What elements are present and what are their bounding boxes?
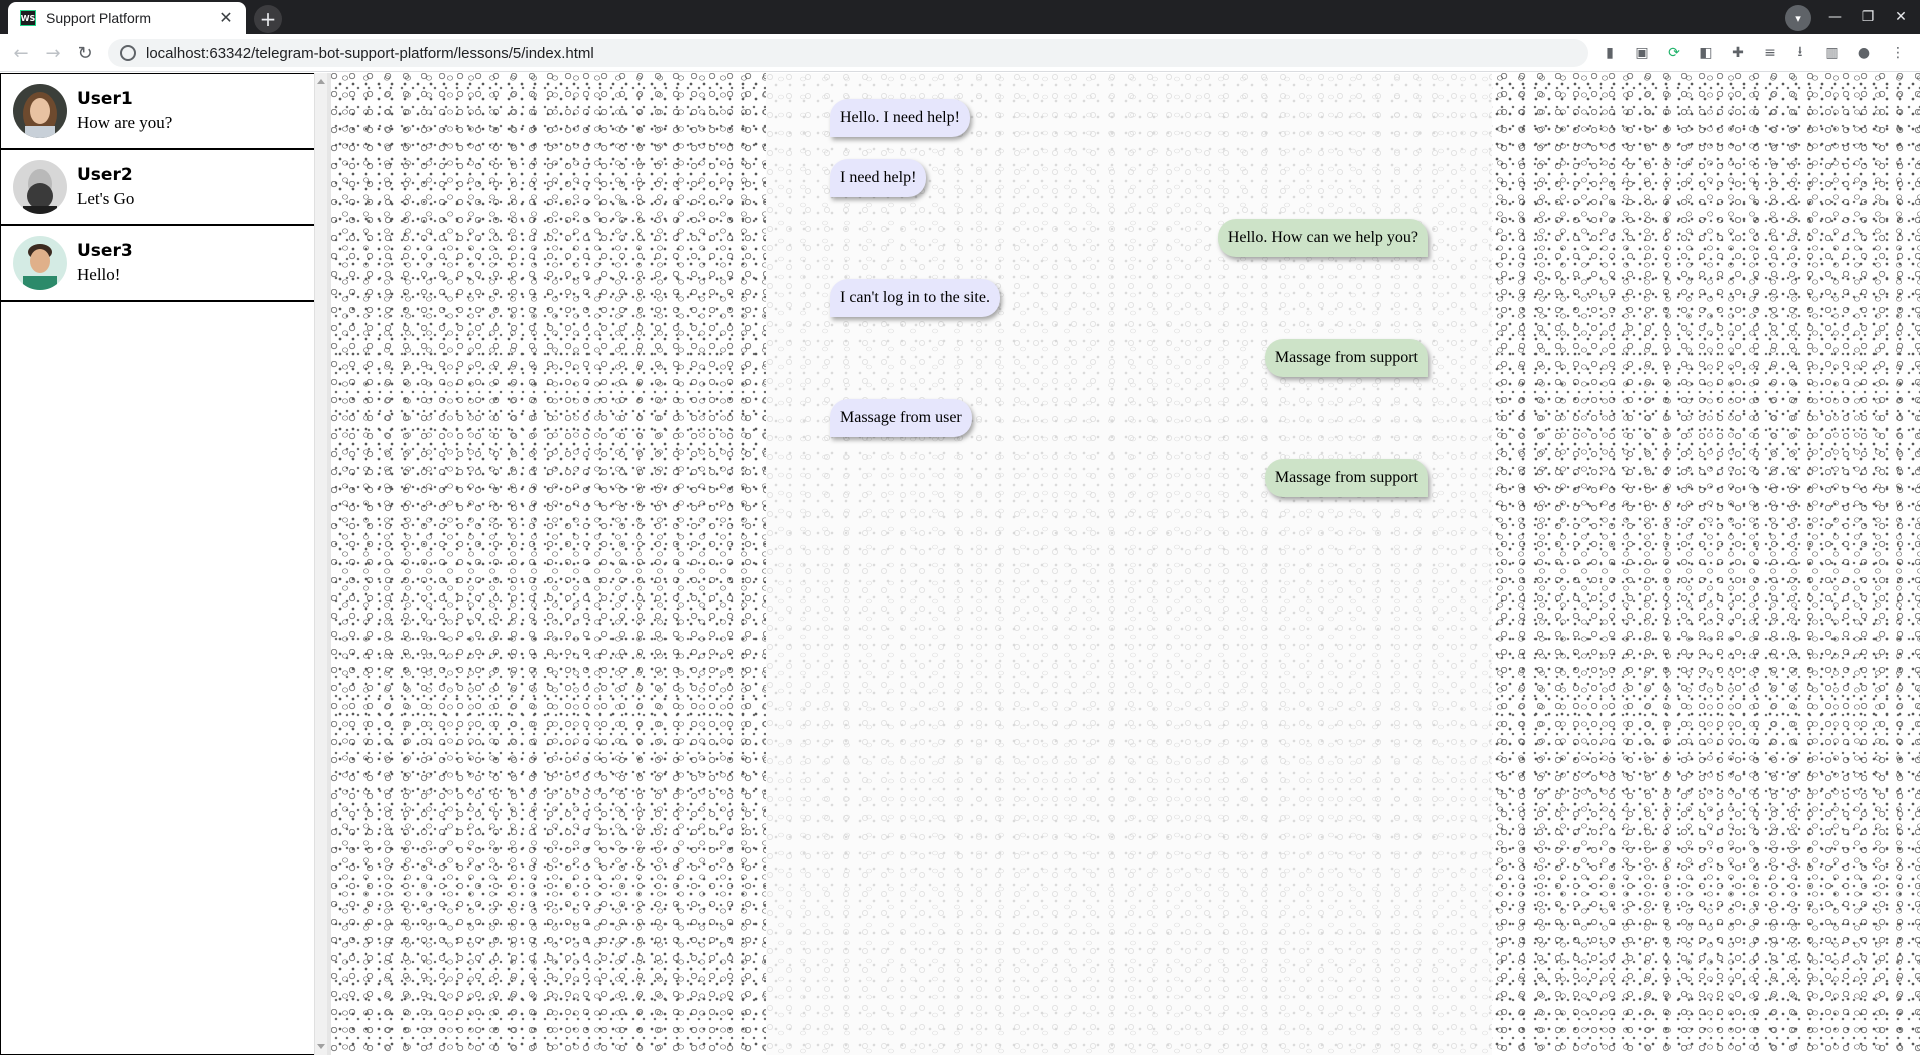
tab-close-icon[interactable]: ✕ [216, 8, 236, 28]
user-message-bubble: Massage from user [830, 399, 972, 437]
browser-titlebar: WS Support Platform ✕ + ▾ — ❐ ✕ [0, 0, 1920, 34]
chat-item-user3[interactable]: User3 Hello! [1, 226, 314, 302]
sidebar-scrollbar[interactable] [314, 73, 327, 1055]
extension-icon-1[interactable]: ▮ [1600, 43, 1620, 63]
last-message: Hello! [77, 265, 121, 284]
chat-window: Hello. I need help! I need help! Hello. … [766, 73, 1492, 1055]
avatar [13, 160, 67, 214]
reload-icon[interactable]: ↻ [73, 42, 97, 64]
extension-icon-2[interactable]: ▣ [1632, 43, 1652, 63]
download-icon[interactable]: ⭳ [1790, 43, 1810, 63]
extension-icon-4[interactable]: ◧ [1696, 43, 1716, 63]
user-message-bubble: I need help! [830, 159, 927, 197]
scroll-up-arrow-icon[interactable] [317, 79, 325, 84]
user-name: User1 [77, 89, 133, 109]
scroll-down-arrow-icon[interactable] [317, 1044, 325, 1049]
chat-list: User1 How are you? User2 Let's Go User3 … [0, 73, 314, 1055]
user-message-bubble: I can't log in to the site. [830, 279, 1000, 317]
last-message: How are you? [77, 113, 173, 132]
support-message-bubble: Massage from support [1264, 339, 1428, 377]
extension-icon-3[interactable]: ⟳ [1664, 43, 1684, 63]
sidebar: User1 How are you? User2 Let's Go User3 … [0, 73, 327, 1055]
new-tab-plus-icon[interactable]: + [254, 5, 282, 33]
url-text: localhost:63342/telegram-bot-support-pla… [146, 44, 594, 62]
tab-title: Support Platform [46, 10, 152, 26]
avatar [13, 84, 67, 138]
page-content: User1 How are you? User2 Let's Go User3 … [0, 73, 1920, 1055]
support-message-bubble: Massage from support [1264, 459, 1428, 497]
close-window-icon[interactable]: ✕ [1890, 6, 1912, 28]
back-arrow-icon[interactable]: ← [9, 42, 33, 64]
chat-item-user1[interactable]: User1 How are you? [1, 74, 314, 150]
user-message-bubble: Hello. I need help! [830, 99, 970, 137]
webstorm-favicon-icon: WS [20, 10, 36, 26]
tab-search-chevron-icon[interactable]: ▾ [1785, 5, 1811, 31]
user-name: User2 [77, 165, 133, 185]
browser-tab[interactable]: WS Support Platform ✕ [8, 2, 246, 34]
site-info-icon[interactable]: i [120, 45, 136, 61]
puzzle-extensions-icon[interactable]: ✚ [1728, 43, 1748, 63]
support-message-bubble: Hello. How can we help you? [1217, 219, 1428, 257]
forward-arrow-icon[interactable]: → [41, 42, 65, 64]
last-message: Let's Go [77, 189, 135, 208]
side-panel-icon[interactable]: ▥ [1822, 43, 1842, 63]
user-name: User3 [77, 241, 133, 261]
avatar [13, 236, 67, 290]
address-bar[interactable]: i localhost:63342/telegram-bot-support-p… [108, 39, 1588, 67]
profile-avatar-icon[interactable]: ● [1854, 43, 1874, 63]
chat-item-user2[interactable]: User2 Let's Go [1, 150, 314, 226]
menu-kebab-icon[interactable]: ⋮ [1888, 43, 1908, 63]
minimize-icon[interactable]: — [1824, 6, 1846, 28]
browser-toolbar: ← → ↻ i localhost:63342/telegram-bot-sup… [0, 34, 1920, 72]
reading-list-icon[interactable]: ≡ [1760, 43, 1780, 63]
restore-icon[interactable]: ❐ [1857, 6, 1879, 28]
